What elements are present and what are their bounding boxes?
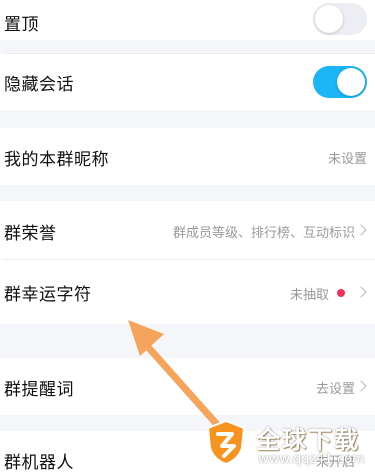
site-watermark: 全球下载 www.qqz41.com bbox=[200, 414, 375, 475]
hide-chat-toggle[interactable] bbox=[313, 66, 367, 98]
group-honor-value: 群成员等级、排行榜、互动标识 bbox=[172, 226, 355, 241]
group-lucky-char-value: 未抽取 bbox=[289, 288, 329, 303]
group-honor-row[interactable]: 群荣誉 群成员等级、排行榜、互动标识 bbox=[0, 201, 375, 259]
group-robot-label: 群机器人 bbox=[4, 453, 74, 473]
shield-logo-icon bbox=[206, 419, 246, 466]
chevron-right-icon bbox=[355, 224, 367, 236]
group-lucky-char-row[interactable]: 群幸运字符 未抽取 bbox=[0, 260, 375, 324]
group-lucky-char-label: 群幸运字符 bbox=[4, 285, 92, 305]
new-badge-dot bbox=[337, 289, 345, 297]
group-settings-screen: 置顶 隐藏会话 我的本群昵称 未设置 群荣誉 群成员等级、排行榜、互动标识 群幸… bbox=[0, 0, 375, 475]
group-reminder-words-label: 群提醒词 bbox=[4, 380, 74, 400]
chevron-right-icon bbox=[355, 286, 367, 298]
toggle-knob bbox=[337, 68, 365, 96]
pin-chat-label: 置顶 bbox=[4, 15, 39, 35]
pin-chat-toggle[interactable] bbox=[313, 3, 367, 35]
my-group-nickname-label: 我的本群昵称 bbox=[4, 150, 109, 170]
group-reminder-words-value: 去设置 bbox=[315, 382, 355, 397]
hide-chat-label: 隐藏会话 bbox=[4, 75, 74, 95]
watermark-url: www.qqz41.com bbox=[258, 452, 365, 467]
pin-chat-row[interactable]: 置顶 bbox=[0, 0, 375, 40]
toggle-knob bbox=[315, 5, 343, 33]
my-group-nickname-row[interactable]: 我的本群昵称 未设置 bbox=[0, 128, 375, 185]
chevron-right-icon bbox=[355, 380, 367, 392]
hide-chat-row[interactable]: 隐藏会话 bbox=[0, 54, 375, 110]
watermark-title: 全球下载 bbox=[256, 426, 360, 454]
my-group-nickname-value: 未设置 bbox=[327, 152, 367, 167]
group-honor-label: 群荣誉 bbox=[4, 224, 57, 244]
group-reminder-words-row[interactable]: 群提醒词 去设置 bbox=[0, 358, 375, 415]
